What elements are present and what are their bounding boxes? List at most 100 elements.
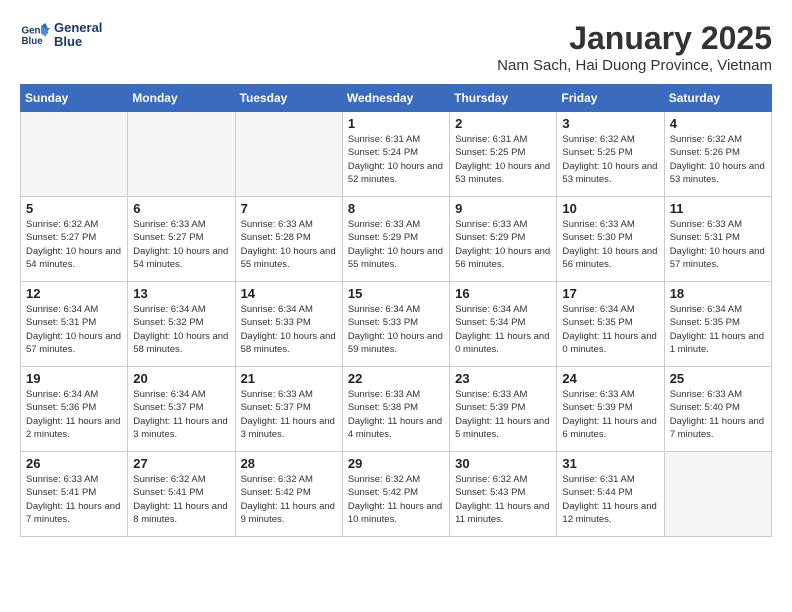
day-number: 9: [455, 201, 551, 216]
day-info: Sunrise: 6:34 AMSunset: 5:34 PMDaylight:…: [455, 303, 551, 356]
logo-icon: General Blue: [20, 20, 50, 50]
day-info: Sunrise: 6:33 AMSunset: 5:30 PMDaylight:…: [562, 218, 658, 271]
week-row-1: 1 Sunrise: 6:31 AMSunset: 5:24 PMDaylight…: [21, 112, 772, 197]
weekday-header-wednesday: Wednesday: [342, 85, 449, 112]
day-number: 8: [348, 201, 444, 216]
day-number: 3: [562, 116, 658, 131]
day-number: 12: [26, 286, 122, 301]
day-info: Sunrise: 6:33 AMSunset: 5:39 PMDaylight:…: [562, 388, 658, 441]
location-subtitle: Nam Sach, Hai Duong Province, Vietnam: [497, 57, 772, 74]
day-cell: 17 Sunrise: 6:34 AMSunset: 5:35 PMDayligh…: [557, 282, 664, 367]
day-info: Sunrise: 6:33 AMSunset: 5:29 PMDaylight:…: [348, 218, 444, 271]
day-cell: 22Sunrise: 6:33 AMSunset: 5:38 PMDayligh…: [342, 367, 449, 452]
week-row-5: 26Sunrise: 6:33 AMSunset: 5:41 PMDayligh…: [21, 452, 772, 537]
weekday-header-saturday: Saturday: [664, 85, 771, 112]
day-cell: 14 Sunrise: 6:34 AMSunset: 5:33 PMDayligh…: [235, 282, 342, 367]
day-info: Sunrise: 6:34 AMSunset: 5:33 PMDaylight:…: [348, 303, 444, 356]
calendar-table: SundayMondayTuesdayWednesdayThursdayFrid…: [20, 84, 772, 537]
day-number: 11: [670, 201, 766, 216]
day-number: 15: [348, 286, 444, 301]
title-block: January 2025 Nam Sach, Hai Duong Provinc…: [497, 20, 772, 74]
day-cell: 11 Sunrise: 6:33 AMSunset: 5:31 PMDayligh…: [664, 197, 771, 282]
day-info: Sunrise: 6:31 AMSunset: 5:44 PMDaylight:…: [562, 473, 658, 526]
day-number: 13: [133, 286, 229, 301]
day-info: Sunrise: 6:32 AMSunset: 5:26 PMDaylight:…: [670, 133, 766, 186]
day-info: Sunrise: 6:32 AMSunset: 5:42 PMDaylight:…: [241, 473, 337, 526]
day-number: 26: [26, 456, 122, 471]
day-cell: 28 Sunrise: 6:32 AMSunset: 5:42 PMDayligh…: [235, 452, 342, 537]
day-cell: 4 Sunrise: 6:32 AMSunset: 5:26 PMDaylight…: [664, 112, 771, 197]
day-number: 14: [241, 286, 337, 301]
day-number: 18: [670, 286, 766, 301]
logo: General Blue General Blue: [20, 20, 102, 50]
day-cell: 15 Sunrise: 6:34 AMSunset: 5:33 PMDayligh…: [342, 282, 449, 367]
day-info: Sunrise: 6:33 AMSunset: 5:31 PMDaylight:…: [670, 218, 766, 271]
weekday-header-tuesday: Tuesday: [235, 85, 342, 112]
day-info: Sunrise: 6:34 AMSunset: 5:36 PMDaylight:…: [26, 388, 122, 441]
day-info: Sunrise: 6:32 AMSunset: 5:41 PMDaylight:…: [133, 473, 229, 526]
day-cell: 2 Sunrise: 6:31 AMSunset: 5:25 PMDaylight…: [450, 112, 557, 197]
day-number: 31: [562, 456, 658, 471]
weekday-header-friday: Friday: [557, 85, 664, 112]
day-number: 19: [26, 371, 122, 386]
day-info: Sunrise: 6:33 AMSunset: 5:28 PMDaylight:…: [241, 218, 337, 271]
day-cell: [21, 112, 128, 197]
day-info: Sunrise: 6:34 AMSunset: 5:33 PMDaylight:…: [241, 303, 337, 356]
day-cell: 24 Sunrise: 6:33 AMSunset: 5:39 PMDayligh…: [557, 367, 664, 452]
day-cell: [128, 112, 235, 197]
day-cell: 21 Sunrise: 6:33 AMSunset: 5:37 PMDayligh…: [235, 367, 342, 452]
weekday-header-monday: Monday: [128, 85, 235, 112]
day-number: 7: [241, 201, 337, 216]
day-cell: 27 Sunrise: 6:32 AMSunset: 5:41 PMDayligh…: [128, 452, 235, 537]
day-info: Sunrise: 6:34 AMSunset: 5:37 PMDaylight:…: [133, 388, 229, 441]
month-title: January 2025: [497, 20, 772, 57]
day-cell: 25 Sunrise: 6:33 AMSunset: 5:40 PMDayligh…: [664, 367, 771, 452]
day-number: 25: [670, 371, 766, 386]
day-info: Sunrise: 6:34 AMSunset: 5:32 PMDaylight:…: [133, 303, 229, 356]
day-cell: 9Sunrise: 6:33 AMSunset: 5:29 PMDaylight…: [450, 197, 557, 282]
day-info: Sunrise: 6:31 AMSunset: 5:24 PMDaylight:…: [348, 133, 444, 186]
day-number: 30: [455, 456, 551, 471]
day-cell: 29Sunrise: 6:32 AMSunset: 5:42 PMDayligh…: [342, 452, 449, 537]
week-row-4: 19 Sunrise: 6:34 AMSunset: 5:36 PMDayligh…: [21, 367, 772, 452]
weekday-header-row: SundayMondayTuesdayWednesdayThursdayFrid…: [21, 85, 772, 112]
day-cell: 1 Sunrise: 6:31 AMSunset: 5:24 PMDaylight…: [342, 112, 449, 197]
logo-text-general: General: [54, 21, 102, 35]
day-number: 2: [455, 116, 551, 131]
day-number: 17: [562, 286, 658, 301]
day-cell: 16Sunrise: 6:34 AMSunset: 5:34 PMDayligh…: [450, 282, 557, 367]
day-number: 28: [241, 456, 337, 471]
day-info: Sunrise: 6:34 AMSunset: 5:31 PMDaylight:…: [26, 303, 122, 356]
day-info: Sunrise: 6:33 AMSunset: 5:27 PMDaylight:…: [133, 218, 229, 271]
day-cell: 5Sunrise: 6:32 AMSunset: 5:27 PMDaylight…: [21, 197, 128, 282]
week-row-3: 12 Sunrise: 6:34 AMSunset: 5:31 PMDayligh…: [21, 282, 772, 367]
weekday-header-thursday: Thursday: [450, 85, 557, 112]
day-info: Sunrise: 6:34 AMSunset: 5:35 PMDaylight:…: [562, 303, 658, 356]
day-info: Sunrise: 6:34 AMSunset: 5:35 PMDaylight:…: [670, 303, 766, 356]
day-cell: [235, 112, 342, 197]
day-number: 4: [670, 116, 766, 131]
day-info: Sunrise: 6:31 AMSunset: 5:25 PMDaylight:…: [455, 133, 551, 186]
day-number: 21: [241, 371, 337, 386]
day-number: 1: [348, 116, 444, 131]
day-cell: 23Sunrise: 6:33 AMSunset: 5:39 PMDayligh…: [450, 367, 557, 452]
day-info: Sunrise: 6:32 AMSunset: 5:42 PMDaylight:…: [348, 473, 444, 526]
svg-text:Blue: Blue: [22, 36, 44, 47]
day-info: Sunrise: 6:32 AMSunset: 5:25 PMDaylight:…: [562, 133, 658, 186]
day-info: Sunrise: 6:33 AMSunset: 5:38 PMDaylight:…: [348, 388, 444, 441]
day-number: 6: [133, 201, 229, 216]
day-cell: 19 Sunrise: 6:34 AMSunset: 5:36 PMDayligh…: [21, 367, 128, 452]
logo-text-blue: Blue: [54, 35, 102, 49]
day-number: 27: [133, 456, 229, 471]
day-cell: 18 Sunrise: 6:34 AMSunset: 5:35 PMDayligh…: [664, 282, 771, 367]
day-info: Sunrise: 6:33 AMSunset: 5:40 PMDaylight:…: [670, 388, 766, 441]
day-number: 23: [455, 371, 551, 386]
day-cell: 10Sunrise: 6:33 AMSunset: 5:30 PMDayligh…: [557, 197, 664, 282]
day-number: 24: [562, 371, 658, 386]
day-cell: [664, 452, 771, 537]
day-number: 20: [133, 371, 229, 386]
day-cell: 26Sunrise: 6:33 AMSunset: 5:41 PMDayligh…: [21, 452, 128, 537]
day-info: Sunrise: 6:32 AMSunset: 5:43 PMDaylight:…: [455, 473, 551, 526]
day-cell: 20 Sunrise: 6:34 AMSunset: 5:37 PMDayligh…: [128, 367, 235, 452]
day-info: Sunrise: 6:33 AMSunset: 5:37 PMDaylight:…: [241, 388, 337, 441]
